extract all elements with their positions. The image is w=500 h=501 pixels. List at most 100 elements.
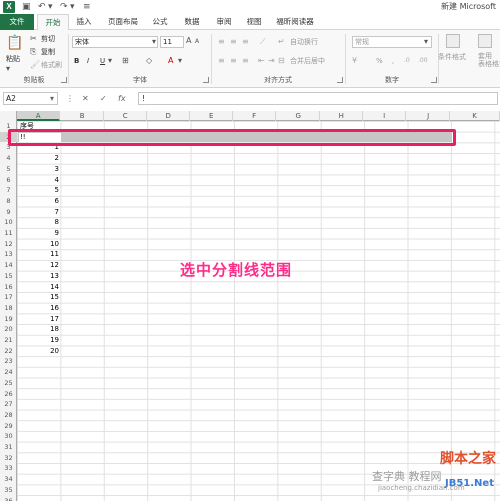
- row-header-14[interactable]: 14: [0, 260, 17, 271]
- tab-foxit-reader[interactable]: 福昕阅读器: [272, 14, 318, 30]
- row-header-5[interactable]: 5: [0, 164, 17, 175]
- undo-dropdown-icon[interactable]: ▾: [48, 1, 53, 13]
- cell-a20[interactable]: 18: [17, 324, 59, 335]
- row-header-16[interactable]: 16: [0, 282, 17, 293]
- row-header-8[interactable]: 8: [0, 196, 17, 207]
- middle-align-icon[interactable]: ≡: [230, 37, 237, 47]
- alignment-launcher-icon[interactable]: [337, 77, 343, 83]
- row-header-33[interactable]: 33: [0, 463, 17, 474]
- row-header-10[interactable]: 10: [0, 217, 17, 228]
- cell-a12[interactable]: 10: [17, 239, 59, 250]
- row-header-4[interactable]: 4: [0, 153, 17, 164]
- increase-indent-icon[interactable]: ⇥: [268, 56, 275, 66]
- cell-a10[interactable]: 8: [17, 217, 59, 228]
- tab-review[interactable]: 审阅: [212, 14, 236, 30]
- tab-file[interactable]: 文件: [0, 14, 34, 30]
- row-header-23[interactable]: 23: [0, 356, 17, 367]
- conditional-format-button[interactable]: 条件格式: [438, 52, 466, 62]
- row-header-6[interactable]: 6: [0, 175, 17, 186]
- tab-page-layout[interactable]: 页面布局: [104, 14, 142, 30]
- row-header-28[interactable]: 28: [0, 410, 17, 421]
- tab-data[interactable]: 数据: [180, 14, 204, 30]
- cell-a11[interactable]: 9: [17, 228, 59, 239]
- redo-icon[interactable]: ↷: [60, 1, 68, 13]
- cell-a14[interactable]: 12: [17, 260, 59, 271]
- tab-view[interactable]: 视图: [242, 14, 266, 30]
- column-header-f[interactable]: F: [233, 111, 277, 121]
- currency-icon[interactable]: ¥: [352, 56, 357, 66]
- chevron-down-icon[interactable]: ▾: [424, 37, 428, 47]
- row-header-29[interactable]: 29: [0, 421, 17, 432]
- cell-a7[interactable]: 5: [17, 185, 59, 196]
- column-header-k[interactable]: K: [450, 111, 500, 121]
- cell-a18[interactable]: 16: [17, 303, 59, 314]
- row-header-7[interactable]: 7: [0, 185, 17, 196]
- row-header-31[interactable]: 31: [0, 442, 17, 453]
- redo-dropdown-icon[interactable]: ▾: [70, 1, 75, 13]
- cell-a16[interactable]: 14: [17, 282, 59, 293]
- underline-button[interactable]: U: [100, 56, 105, 66]
- row-header-17[interactable]: 17: [0, 292, 17, 303]
- cell-a17[interactable]: 15: [17, 292, 59, 303]
- row-header-26[interactable]: 26: [0, 389, 17, 400]
- row-header-35[interactable]: 35: [0, 485, 17, 496]
- column-header-g[interactable]: G: [277, 111, 321, 121]
- font-size-select[interactable]: 11: [160, 36, 184, 48]
- row-header-18[interactable]: 18: [0, 303, 17, 314]
- column-header-c[interactable]: C: [104, 111, 148, 121]
- cell-a21[interactable]: 19: [17, 335, 59, 346]
- fill-color-icon[interactable]: ◇: [146, 56, 152, 66]
- name-box-dropdown-icon[interactable]: ▾: [50, 93, 54, 104]
- column-header-h[interactable]: H: [320, 111, 364, 121]
- select-all-corner[interactable]: [0, 111, 17, 121]
- paste-button[interactable]: 粘贴: [6, 54, 20, 64]
- column-header-d[interactable]: D: [147, 111, 191, 121]
- comma-button[interactable]: ,: [392, 56, 394, 66]
- underline-dropdown-icon[interactable]: ▾: [108, 56, 112, 66]
- table-format-button[interactable]: 套用 表格格式: [478, 52, 500, 68]
- cut-button[interactable]: 剪切: [41, 34, 55, 44]
- undo-icon[interactable]: ↶: [38, 1, 46, 13]
- clipboard-launcher-icon[interactable]: [61, 77, 67, 83]
- row-header-11[interactable]: 11: [0, 228, 17, 239]
- decrease-indent-icon[interactable]: ⇤: [258, 56, 265, 66]
- top-align-icon[interactable]: ≡: [218, 37, 225, 47]
- border-icon[interactable]: ⊞: [122, 56, 129, 66]
- increase-decimal-icon[interactable]: .0: [404, 56, 410, 66]
- cell-a4[interactable]: 2: [17, 153, 59, 164]
- bold-button[interactable]: B: [74, 56, 79, 66]
- row-header-25[interactable]: 25: [0, 378, 17, 389]
- bottom-align-icon[interactable]: ≡: [242, 37, 249, 47]
- enter-icon[interactable]: ✓: [100, 93, 107, 104]
- decrease-decimal-icon[interactable]: .00: [418, 56, 428, 66]
- font-color-icon[interactable]: A: [168, 56, 173, 66]
- align-left-icon[interactable]: ≡: [218, 56, 225, 66]
- row-header-13[interactable]: 13: [0, 249, 17, 260]
- font-launcher-icon[interactable]: [203, 77, 209, 83]
- tab-formulas[interactable]: 公式: [148, 14, 172, 30]
- grow-font-icon[interactable]: A: [186, 36, 191, 46]
- format-painter-button[interactable]: 格式刷: [41, 60, 62, 70]
- align-center-icon[interactable]: ≡: [230, 56, 237, 66]
- font-color-dropdown-icon[interactable]: ▾: [178, 56, 182, 66]
- orientation-icon[interactable]: ⟋: [260, 37, 266, 47]
- wrap-text-button[interactable]: 自动换行: [290, 37, 318, 47]
- formula-input[interactable]: !: [138, 92, 498, 105]
- save-icon[interactable]: ▣: [22, 1, 31, 13]
- row-header-15[interactable]: 15: [0, 271, 17, 282]
- cell-a6[interactable]: 4: [17, 175, 59, 186]
- row-header-34[interactable]: 34: [0, 474, 17, 485]
- italic-button[interactable]: I: [87, 56, 89, 66]
- row-header-12[interactable]: 12: [0, 239, 17, 250]
- column-header-i[interactable]: I: [363, 111, 407, 121]
- column-header-a[interactable]: A: [17, 111, 61, 121]
- row-header-21[interactable]: 21: [0, 335, 17, 346]
- cell-a22[interactable]: 20: [17, 346, 59, 357]
- cancel-icon[interactable]: ✕: [82, 93, 89, 104]
- chevron-down-icon[interactable]: ▾: [152, 37, 156, 47]
- customize-qat-icon[interactable]: ≡: [83, 1, 91, 13]
- tab-insert[interactable]: 插入: [72, 14, 96, 30]
- insert-function-icon[interactable]: fx: [118, 93, 126, 104]
- merge-center-button[interactable]: 合并后居中: [290, 56, 325, 66]
- column-header-b[interactable]: B: [61, 111, 105, 121]
